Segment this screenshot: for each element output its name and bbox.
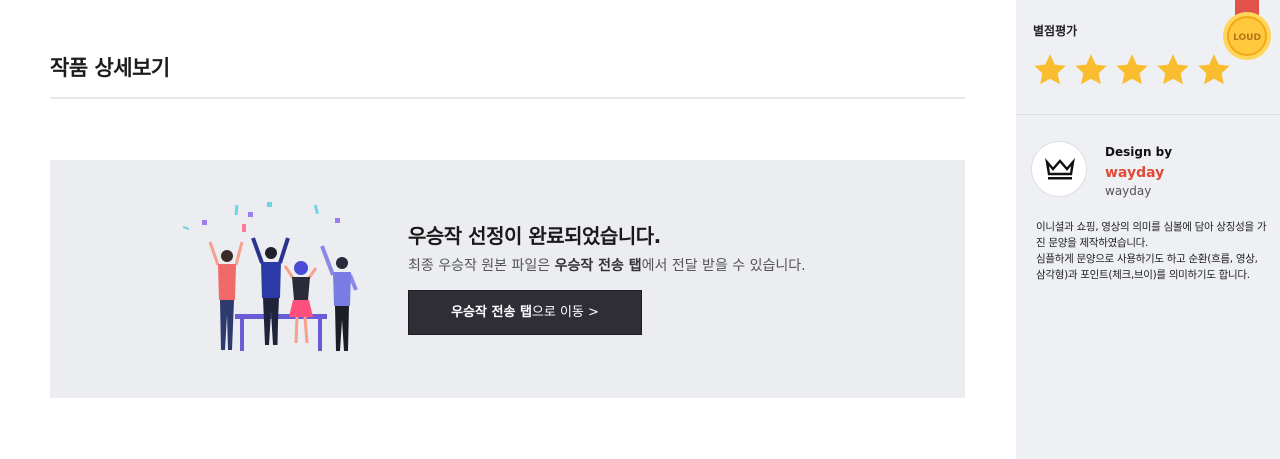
medal-icon: LOUD bbox=[1221, 0, 1273, 62]
star-rating[interactable] bbox=[1032, 52, 1232, 88]
title-divider bbox=[50, 97, 965, 99]
winner-banner: 우승작 선정이 완료되었습니다. 최종 우승작 원본 파일은 우승작 전송 탭에… bbox=[50, 160, 965, 398]
banner-heading: 우승작 선정이 완료되었습니다. bbox=[408, 224, 661, 248]
avatar[interactable] bbox=[1031, 141, 1087, 197]
banner-desc-bold: 우승작 전송 탭 bbox=[554, 258, 642, 274]
description-paragraph-2: 심플하게 문양으로 사용하기도 하고 순환(흐름, 영상, 삼각형)과 포인트(… bbox=[1036, 253, 1258, 281]
button-label: 으로 이동 > bbox=[531, 305, 599, 320]
celebration-illustration bbox=[180, 200, 380, 360]
rating-section: 별점평가 LOUD bbox=[1016, 0, 1280, 115]
medal-text: LOUD bbox=[1233, 33, 1261, 43]
design-by-label: Design by bbox=[1105, 145, 1173, 159]
star-icon[interactable] bbox=[1032, 52, 1068, 88]
sidebar: 별점평가 LOUD Design by wayday wayday 이니셜과 쇼… bbox=[1016, 0, 1280, 459]
rating-label: 별점평가 bbox=[1033, 24, 1078, 38]
go-to-transfer-tab-button[interactable]: 우승작 전송 탭으로 이동 > bbox=[408, 290, 642, 335]
description-paragraph-1: 이니셜과 쇼핑, 영상의 의미를 심볼에 담아 상징성을 가진 문양을 제작하였… bbox=[1036, 221, 1267, 249]
designer-description: 이니셜과 쇼핑, 영상의 의미를 심볼에 담아 상징성을 가진 문양을 제작하였… bbox=[1036, 219, 1268, 283]
designer-name[interactable]: wayday bbox=[1105, 165, 1164, 181]
banner-desc-suffix: 에서 전달 받을 수 있습니다. bbox=[641, 258, 806, 274]
page-title: 작품 상세보기 bbox=[50, 56, 170, 80]
designer-id: wayday bbox=[1105, 184, 1152, 198]
star-icon[interactable] bbox=[1155, 52, 1191, 88]
star-icon[interactable] bbox=[1073, 52, 1109, 88]
star-icon[interactable] bbox=[1114, 52, 1150, 88]
crown-icon bbox=[1045, 158, 1075, 180]
banner-desc-prefix: 최종 우승작 원본 파일은 bbox=[408, 258, 555, 274]
banner-description: 최종 우승작 원본 파일은 우승작 전송 탭에서 전달 받을 수 있습니다. bbox=[408, 255, 806, 275]
button-bold-label: 우승작 전송 탭 bbox=[451, 305, 532, 320]
